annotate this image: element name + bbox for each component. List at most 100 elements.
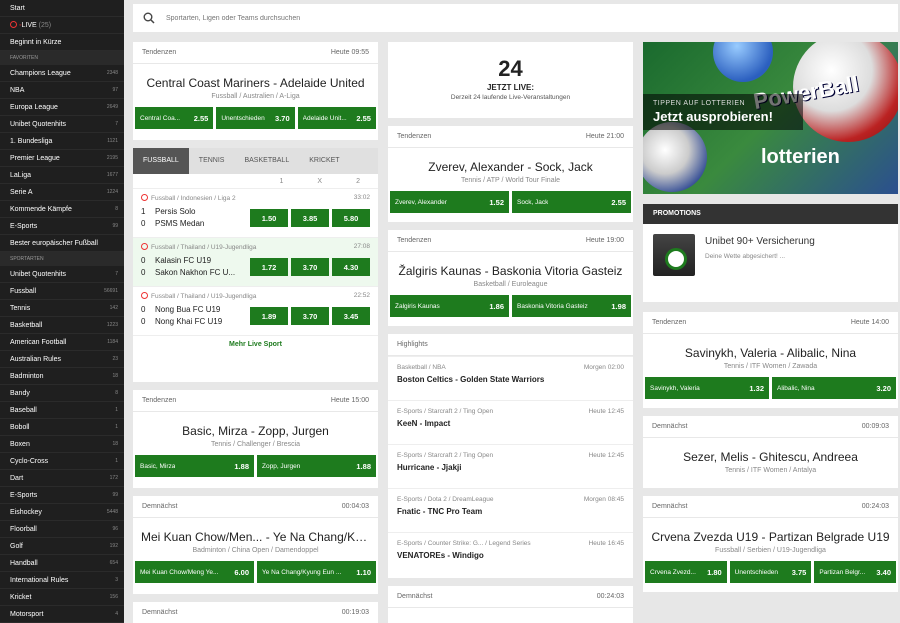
more-live-link[interactable]: Mehr Live Sport xyxy=(133,335,378,353)
match-title[interactable]: Central Coast Mariners - Adelaide United xyxy=(133,76,378,90)
sidebar-item[interactable]: NBA 97 xyxy=(0,82,124,99)
sidebar-item-start[interactable]: Start xyxy=(0,0,124,17)
sidebar-item-label: Boboll xyxy=(10,423,30,431)
odds-button[interactable]: Unentschieden 3.75 xyxy=(729,561,812,583)
sidebar-item[interactable]: Serie A 1224 xyxy=(0,184,124,201)
card-header-label: Demnächst xyxy=(652,503,688,510)
tab-fussball[interactable]: FUSSBALL xyxy=(133,148,189,174)
sidebar-item[interactable]: Basketball 1223 xyxy=(0,317,124,334)
card-header-label: Demnächst xyxy=(652,423,688,430)
sidebar-item[interactable]: LaLiga 1677 xyxy=(0,167,124,184)
odds-button[interactable]: 3.70 xyxy=(291,307,329,325)
sidebar-item-label: Motorsport xyxy=(10,610,44,618)
match-card: Demnächst 00:24:03 Crvena Zvezda U19 - Pa… xyxy=(643,496,898,592)
match-title[interactable]: Sezer, Melis - Ghitescu, Andreea xyxy=(643,450,898,464)
search-input[interactable] xyxy=(166,14,766,22)
odds-button[interactable]: Mei Kuan Chow/Meng Ye... 6.00 xyxy=(135,561,254,583)
promo-item[interactable]: Unibet 90+ Versicherung Deine Wette abge… xyxy=(643,224,898,302)
match-title[interactable]: Crvena Zvezda U19 - Partizan Belgrade U1… xyxy=(643,530,898,544)
sidebar-item-label: International Rules xyxy=(10,576,69,584)
odds-button[interactable]: Unentschieden 3.70 xyxy=(216,107,295,129)
live-event-row[interactable]: Fussball / Thailand / U19-Jugendliga 27:0… xyxy=(133,237,378,286)
odds-button[interactable]: 5.80 xyxy=(332,209,370,227)
sidebar-item[interactable]: American Football 1184 xyxy=(0,334,124,351)
sidebar-item[interactable]: Bester europäischer Fußball xyxy=(0,235,124,252)
sidebar-item[interactable]: Europa League 2649 xyxy=(0,99,124,116)
sidebar-item[interactable]: Unibet Quotenhits 7 xyxy=(0,266,124,283)
odds-button[interactable]: Zverev, Alexander 1.52 xyxy=(390,191,509,213)
col-head-2: 2 xyxy=(356,177,360,185)
sidebar-item[interactable]: International Rules 3 xyxy=(0,572,124,589)
odds-button[interactable]: Savinykh, Valeria 1.32 xyxy=(645,377,769,399)
odds-button[interactable]: Žalgiris Kaunas 1.86 xyxy=(390,295,509,317)
odds-button[interactable]: 3.70 xyxy=(291,258,329,276)
highlight-row[interactable]: Basketball / NBA Morgen 02:00 Boston Celti… xyxy=(388,356,633,400)
highlight-row[interactable]: E-Sports / Starcraft 2 / Ting Open Heute … xyxy=(388,444,633,488)
sidebar-item[interactable]: Dart 172 xyxy=(0,470,124,487)
sidebar-item[interactable]: Cyclo-Cross 1 xyxy=(0,453,124,470)
odds-value: 1.98 xyxy=(611,301,626,311)
sidebar-item[interactable]: Kricket 156 xyxy=(0,589,124,606)
odds-button[interactable]: 4.30 xyxy=(332,258,370,276)
highlight-row[interactable]: E-Sports / Counter Strike: G... / Legend… xyxy=(388,532,633,576)
odds-button[interactable]: Ye Na Chang/Kyung Eun ... 1.10 xyxy=(257,561,376,583)
odds-button[interactable]: 3.45 xyxy=(332,307,370,325)
highlight-row[interactable]: E-Sports / Dota 2 / DreamLeague Morgen 08… xyxy=(388,488,633,532)
live-event-league-wrap: Fussball / Thailand / U19-Jugendliga xyxy=(141,292,256,300)
match-title[interactable]: Zverev, Alexander - Sock, Jack xyxy=(388,160,633,174)
tab-basketball[interactable]: BASKETBALL xyxy=(234,148,299,174)
live-event-row[interactable]: Fussball / Thailand / U19-Jugendliga 22:5… xyxy=(133,286,378,335)
sidebar-item[interactable]: Australian Rules 23 xyxy=(0,351,124,368)
sidebar-item-count: 1223 xyxy=(106,321,118,328)
sidebar-item[interactable]: Boxen 18 xyxy=(0,436,124,453)
match-title[interactable]: Savinykh, Valeria - Alibalic, Nina xyxy=(643,346,898,360)
sidebar-item[interactable]: Fussball 56691 xyxy=(0,283,124,300)
odds-button[interactable]: Partizan Belgr... 3.40 xyxy=(814,561,897,583)
sidebar-item[interactable]: Boboll 1 xyxy=(0,419,124,436)
odds-row: Zverev, Alexander 1.52 Sock, Jack 2.55 xyxy=(388,184,633,215)
sidebar-item[interactable]: 1. Bundesliga 1121 xyxy=(0,133,124,150)
sidebar-item[interactable]: E-Sports 99 xyxy=(0,218,124,235)
tab-tennis[interactable]: TENNIS xyxy=(189,148,235,174)
odds-button[interactable]: Baskonia Vitoria Gasteiz 1.98 xyxy=(512,295,631,317)
match-title[interactable]: Mei Kuan Chow/Men... - Ye Na Chang/Kyun.… xyxy=(133,530,378,544)
odds-button[interactable]: Central Coa... 2.55 xyxy=(135,107,214,129)
sidebar-item[interactable]: Unibet Quotenhits 7 xyxy=(0,116,124,133)
sidebar-item-live[interactable]: ◦LIVE (25) xyxy=(0,17,124,34)
sidebar-item[interactable]: Premier League 2195 xyxy=(0,150,124,167)
odds-button[interactable]: 1.72 xyxy=(250,258,288,276)
sidebar-item-label: Badminton xyxy=(10,372,44,380)
odds-button[interactable]: Zopp, Jurgen 1.88 xyxy=(257,455,376,477)
live-now-card[interactable]: 24 JETZT LIVE: Derzeit 24 laufende Live-… xyxy=(388,42,633,118)
odds-button[interactable]: Sock, Jack 2.55 xyxy=(512,191,631,213)
odds-button[interactable]: 1.50 xyxy=(250,209,288,227)
sidebar-item[interactable]: Badminton 18 xyxy=(0,368,124,385)
lottery-banner[interactable]: PowerBall TIPPEN AUF LOTTERIEN Jetzt aus… xyxy=(643,42,898,194)
sidebar-item[interactable]: Bandy 8 xyxy=(0,385,124,402)
odds-label: Crvena Zvezd... xyxy=(650,568,696,576)
sidebar-item[interactable]: Tennis 142 xyxy=(0,300,124,317)
favoriten-list: Champions League 2348 NBA 97 Europa League 26… xyxy=(0,65,124,252)
tab-kricket[interactable]: KRICKET xyxy=(299,148,349,174)
odds-button[interactable]: Basic, Mirza 1.88 xyxy=(135,455,254,477)
sidebar-item[interactable]: Champions League 2348 xyxy=(0,65,124,82)
odds-button[interactable]: Crvena Zvezd... 1.80 xyxy=(645,561,727,583)
sidebar-item[interactable]: Handball 654 xyxy=(0,555,124,572)
sidebar-item[interactable]: Motorsport 4 xyxy=(0,606,124,623)
odds-button[interactable]: Alibalic, Nina 3.20 xyxy=(772,377,896,399)
match-title[interactable]: Žalgiris Kaunas - Baskonia Vitoria Gaste… xyxy=(388,264,633,278)
sidebar-item[interactable]: Eishockey 5448 xyxy=(0,504,124,521)
sidebar-item-soon[interactable]: Beginnt in Kürze xyxy=(0,34,124,51)
live-event-row[interactable]: Fussball / Indonesien / Liga 2 33:02 1 Pers… xyxy=(133,188,378,237)
live-event-meta: Fussball / Indonesien / Liga 2 33:02 xyxy=(141,194,370,202)
sidebar-item[interactable]: Baseball 1 xyxy=(0,402,124,419)
match-title[interactable]: Basic, Mirza - Zopp, Jurgen xyxy=(133,424,378,438)
odds-button[interactable]: Adelaide Unit... 2.55 xyxy=(297,107,376,129)
highlight-row[interactable]: E-Sports / Starcraft 2 / Ting Open Heute … xyxy=(388,400,633,444)
sidebar-item[interactable]: E-Sports 99 xyxy=(0,487,124,504)
sidebar-item[interactable]: Golf 192 xyxy=(0,538,124,555)
sidebar-item[interactable]: Kommende Kämpfe 8 xyxy=(0,201,124,218)
odds-button[interactable]: 3.85 xyxy=(291,209,329,227)
sidebar-item[interactable]: Floorball 96 xyxy=(0,521,124,538)
odds-button[interactable]: 1.89 xyxy=(250,307,288,325)
